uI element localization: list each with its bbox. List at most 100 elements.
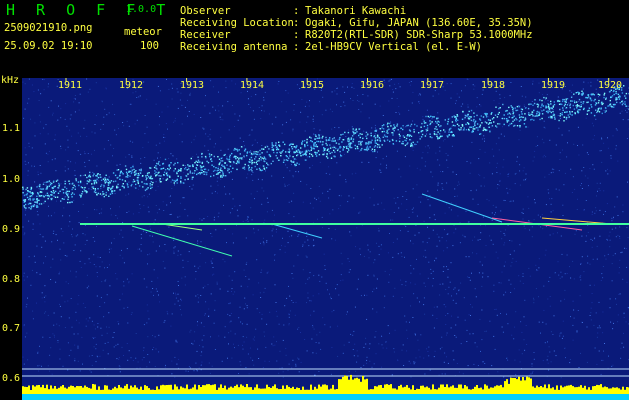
echo-pixel (151, 186, 153, 189)
noise-pixel (84, 263, 86, 265)
echo-pixel (520, 116, 523, 118)
noise-pixel (177, 107, 179, 109)
noise-pixel (589, 263, 591, 265)
level-bar (64, 387, 66, 394)
echo-pixel (116, 187, 118, 189)
noise-pixel (247, 220, 249, 222)
level-bar (96, 389, 98, 394)
echo-pixel (591, 94, 593, 96)
noise-pixel (247, 217, 249, 218)
noise-pixel (115, 273, 117, 274)
noise-pixel (31, 84, 33, 86)
noise-pixel (330, 146, 332, 148)
noise-pixel (312, 352, 314, 354)
noise-pixel (154, 219, 156, 221)
echo-pixel (447, 118, 450, 120)
level-bar (458, 384, 460, 394)
noise-pixel (542, 321, 544, 323)
level-bar (420, 385, 422, 394)
noise-pixel (59, 348, 61, 350)
echo-pixel (598, 94, 601, 96)
noise-pixel (552, 210, 554, 212)
level-bar (600, 384, 602, 394)
echo-pixel (42, 195, 45, 197)
noise-pixel (602, 311, 604, 313)
noise-pixel (290, 119, 292, 121)
echo-pixel (292, 156, 294, 158)
noise-pixel (605, 258, 607, 260)
echo-pixel (42, 183, 45, 185)
noise-pixel (515, 311, 517, 313)
echo-pixel (496, 116, 499, 118)
noise-pixel (146, 98, 148, 100)
echo-pixel (223, 154, 225, 156)
level-bar (146, 386, 148, 394)
echo-pixel (573, 108, 576, 110)
level-bar (100, 389, 102, 394)
echo-pixel (421, 130, 424, 132)
echo-pixel (382, 136, 384, 138)
noise-pixel (318, 293, 320, 295)
noise-pixel (502, 126, 503, 128)
echo-pixel (45, 181, 47, 184)
noise-pixel (456, 93, 458, 95)
noise-pixel (138, 212, 140, 214)
noise-pixel (156, 212, 158, 214)
noise-pixel (263, 291, 265, 293)
noise-pixel (211, 192, 213, 194)
noise-pixel (157, 185, 159, 187)
noise-pixel (293, 109, 295, 111)
level-bar (240, 384, 242, 394)
noise-pixel (580, 279, 582, 281)
noise-pixel (510, 82, 512, 83)
noise-pixel (522, 170, 524, 172)
echo-pixel (512, 111, 515, 114)
level-bar (532, 386, 534, 394)
echo-pixel (510, 105, 512, 107)
noise-pixel (417, 339, 419, 341)
echo-pixel (534, 99, 536, 101)
echo-pixel (132, 181, 134, 183)
level-bar (470, 389, 472, 394)
noise-pixel (581, 322, 583, 323)
noise-pixel (239, 115, 241, 117)
echo-pixel (93, 183, 96, 185)
echo-pixel (501, 117, 504, 120)
noise-pixel (53, 312, 55, 314)
level-bar (158, 389, 160, 394)
noise-pixel (85, 318, 87, 320)
echo-pixel (399, 135, 401, 137)
noise-pixel (559, 159, 561, 160)
noise-pixel (626, 281, 628, 283)
noise-pixel (523, 339, 525, 341)
noise-pixel (86, 287, 88, 289)
echo-pixel (73, 184, 75, 187)
echo-pixel (150, 187, 152, 190)
noise-pixel (51, 159, 53, 161)
noise-pixel (479, 239, 481, 240)
level-bar (270, 387, 272, 394)
echo-pixel (249, 161, 251, 163)
echo-pixel (271, 149, 273, 151)
echo-pixel (392, 143, 394, 145)
noise-pixel (282, 371, 284, 373)
echo-pixel (587, 94, 589, 96)
noise-pixel (95, 115, 97, 117)
noise-pixel (496, 162, 498, 164)
echo-pixel (625, 105, 628, 107)
noise-pixel (499, 173, 501, 175)
level-bar (160, 385, 162, 394)
noise-pixel (143, 357, 145, 358)
echo-pixel (31, 195, 33, 197)
echo-pixel (405, 137, 408, 140)
noise-pixel (239, 306, 241, 308)
noise-pixel (181, 300, 182, 302)
noise-pixel (284, 305, 286, 307)
echo-pixel (573, 93, 575, 95)
echo-pixel (585, 96, 587, 99)
noise-pixel (31, 269, 33, 271)
echo-pixel (429, 136, 432, 138)
level-bar (590, 389, 592, 394)
noise-pixel (153, 269, 155, 271)
noise-pixel (88, 159, 90, 161)
